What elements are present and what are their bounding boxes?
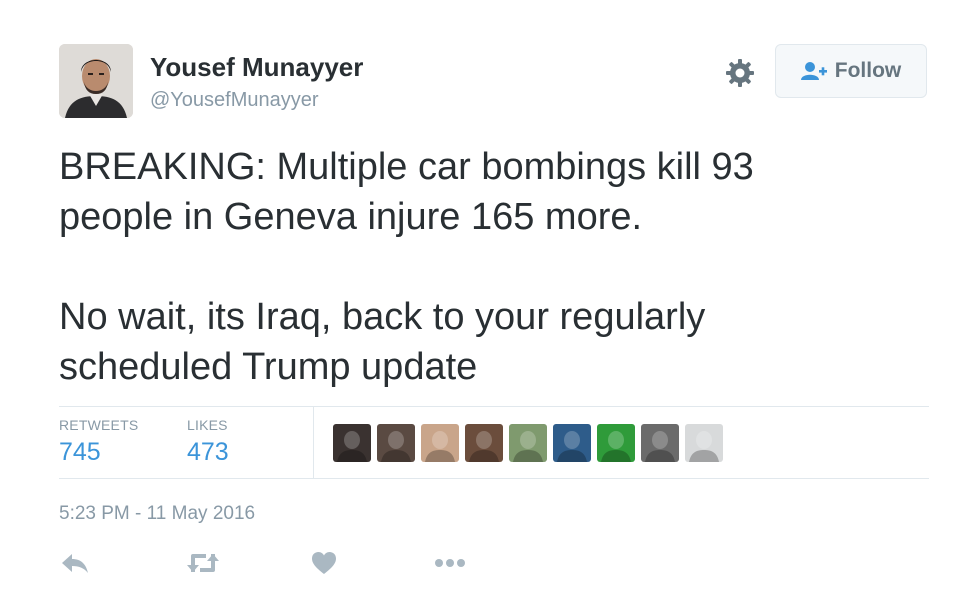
retweet-icon[interactable]: [186, 548, 220, 578]
retweets-count[interactable]: 745: [59, 438, 101, 467]
liker-avatar[interactable]: [465, 424, 503, 462]
liker-avatar[interactable]: [333, 424, 371, 462]
user-avatar[interactable]: [59, 44, 133, 118]
user-avatar-image: [59, 44, 133, 118]
gear-icon[interactable]: [724, 57, 756, 89]
liker-avatars: [333, 424, 723, 462]
stats-bottom-divider: [59, 478, 929, 479]
follow-user-icon: [800, 61, 827, 81]
follow-button-label: Follow: [834, 59, 902, 82]
user-display-name[interactable]: Yousef Munayyer: [150, 52, 363, 83]
liker-avatar[interactable]: [597, 424, 635, 462]
liker-avatar[interactable]: [685, 424, 723, 462]
tweet-text: BREAKING: Multiple car bombings kill 93 …: [59, 146, 754, 388]
liker-avatar[interactable]: [421, 424, 459, 462]
liker-avatar[interactable]: [553, 424, 591, 462]
like-icon[interactable]: [311, 548, 337, 578]
more-icon[interactable]: [434, 548, 466, 578]
follow-button[interactable]: Follow: [775, 44, 927, 98]
tweet-card: Yousef Munayyer @YousefMunayyer Follow B…: [0, 0, 980, 594]
user-handle[interactable]: @YousefMunayyer: [150, 89, 319, 112]
likes-count[interactable]: 473: [187, 438, 229, 467]
likes-label[interactable]: LIKES: [187, 417, 228, 433]
stats-separator: [313, 406, 314, 478]
liker-avatar[interactable]: [509, 424, 547, 462]
reply-icon[interactable]: [61, 548, 89, 578]
liker-avatar[interactable]: [377, 424, 415, 462]
retweets-label[interactable]: RETWEETS: [59, 417, 138, 433]
tweet-timestamp[interactable]: 5:23 PM - 11 May 2016: [59, 503, 255, 525]
stats-top-divider: [59, 406, 929, 407]
liker-avatar[interactable]: [641, 424, 679, 462]
